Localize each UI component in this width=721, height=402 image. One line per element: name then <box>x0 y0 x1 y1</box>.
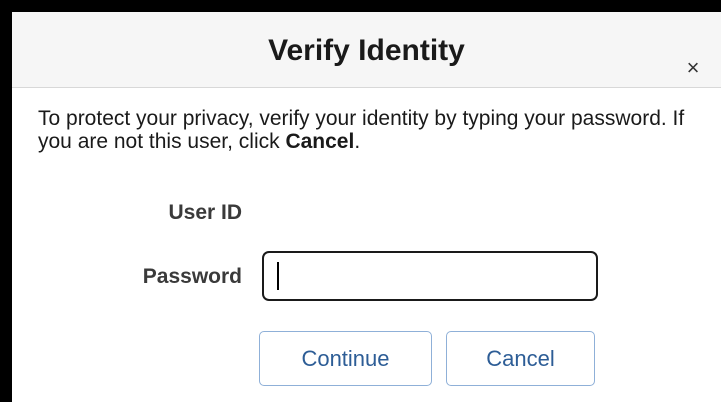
userid-label: User ID <box>168 201 242 224</box>
password-field[interactable] <box>262 251 598 301</box>
dialog-titlebar: Verify Identity × <box>12 12 721 88</box>
message-cancel-emphasis: Cancel <box>285 130 355 153</box>
dialog-message: To protect your privacy, verify your ide… <box>38 107 718 153</box>
password-label: Password <box>142 265 242 288</box>
verify-identity-dialog: Verify Identity × To protect your privac… <box>12 12 721 402</box>
cancel-button[interactable]: Cancel <box>446 331 595 386</box>
message-period: . <box>354 130 361 153</box>
dialog-title: Verify Identity <box>268 34 465 67</box>
close-icon[interactable]: × <box>681 56 705 80</box>
continue-button[interactable]: Continue <box>259 331 432 386</box>
text-cursor <box>277 262 279 290</box>
message-text: To protect your privacy, verify your ide… <box>38 107 685 153</box>
